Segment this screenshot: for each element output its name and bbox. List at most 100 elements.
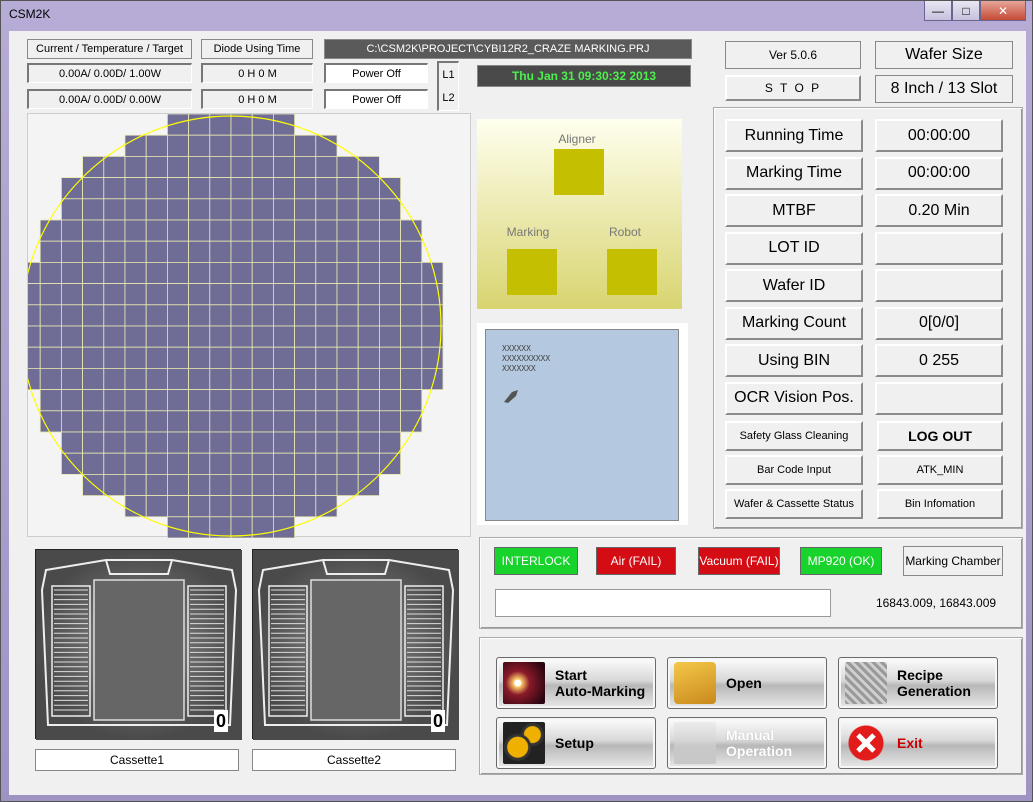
wafer-die[interactable]: [61, 219, 84, 242]
wafer-die[interactable]: [188, 346, 211, 369]
wafer-die[interactable]: [336, 473, 359, 496]
wafer-die[interactable]: [145, 325, 168, 348]
wafer-die[interactable]: [336, 325, 359, 348]
wafer-die[interactable]: [166, 240, 189, 263]
wafer-die[interactable]: [188, 473, 211, 496]
wafer-die[interactable]: [357, 261, 380, 284]
wafer-die[interactable]: [103, 452, 126, 475]
wafer-die[interactable]: [230, 283, 253, 306]
wafer-die[interactable]: [336, 410, 359, 433]
wafer-die[interactable]: [209, 198, 232, 221]
wafer-die[interactable]: [272, 410, 295, 433]
wafer-die[interactable]: [315, 325, 338, 348]
wafer-die[interactable]: [166, 410, 189, 433]
wafer-die[interactable]: [357, 325, 380, 348]
wafer-die[interactable]: [294, 219, 317, 242]
wafer-die[interactable]: [39, 389, 62, 412]
wafer-die[interactable]: [103, 473, 126, 496]
wafer-die[interactable]: [272, 304, 295, 327]
wafer-die[interactable]: [378, 198, 401, 221]
wafer-die[interactable]: [400, 325, 423, 348]
wafer-die[interactable]: [251, 156, 274, 179]
wafer-die[interactable]: [166, 198, 189, 221]
wafer-die[interactable]: [336, 219, 359, 242]
wafer-die[interactable]: [251, 219, 274, 242]
wafer-die[interactable]: [315, 452, 338, 475]
wafer-die[interactable]: [230, 325, 253, 348]
wafer-die[interactable]: [124, 389, 147, 412]
wafer-die[interactable]: [357, 177, 380, 200]
wafer-die[interactable]: [336, 367, 359, 390]
cassette1-image[interactable]: 0: [35, 549, 242, 740]
wafer-die[interactable]: [336, 261, 359, 284]
wafer-die[interactable]: [209, 325, 232, 348]
wafer-die[interactable]: [103, 261, 126, 284]
wafer-die[interactable]: [61, 240, 84, 263]
wafer-die[interactable]: [230, 177, 253, 200]
wafer-die[interactable]: [166, 473, 189, 496]
wafer-die[interactable]: [294, 431, 317, 454]
wafer-die[interactable]: [145, 431, 168, 454]
wafer-die[interactable]: [39, 283, 62, 306]
wafer-die[interactable]: [357, 431, 380, 454]
wafer-die[interactable]: [82, 304, 105, 327]
wafer-die[interactable]: [166, 283, 189, 306]
wafer-die[interactable]: [251, 431, 274, 454]
wafer-die[interactable]: [251, 346, 274, 369]
wafer-die[interactable]: [251, 495, 274, 518]
wafer-die[interactable]: [124, 240, 147, 263]
wafer-die[interactable]: [103, 325, 126, 348]
wafer-cassette-status-button[interactable]: Wafer & Cassette Status: [725, 489, 863, 519]
wafer-die[interactable]: [124, 304, 147, 327]
wafer-die[interactable]: [251, 410, 274, 433]
wafer-die[interactable]: [315, 367, 338, 390]
cassette2-image[interactable]: 0: [252, 549, 459, 740]
wafer-die[interactable]: [39, 346, 62, 369]
close-button[interactable]: ✕: [980, 1, 1026, 21]
wafer-die[interactable]: [82, 346, 105, 369]
wafer-die[interactable]: [209, 346, 232, 369]
wafer-die[interactable]: [166, 304, 189, 327]
wafer-die[interactable]: [61, 261, 84, 284]
wafer-die[interactable]: [188, 304, 211, 327]
wafer-die[interactable]: [272, 367, 295, 390]
wafer-map[interactable]: [18, 113, 472, 539]
wafer-die[interactable]: [82, 452, 105, 475]
wafer-die[interactable]: [315, 240, 338, 263]
wafer-die[interactable]: [82, 410, 105, 433]
wafer-die[interactable]: [357, 240, 380, 263]
wafer-die[interactable]: [230, 452, 253, 475]
wafer-die[interactable]: [82, 325, 105, 348]
wafer-die[interactable]: [145, 304, 168, 327]
wafer-die[interactable]: [378, 325, 401, 348]
wafer-die[interactable]: [145, 389, 168, 412]
wafer-die[interactable]: [145, 198, 168, 221]
wafer-die[interactable]: [272, 219, 295, 242]
wafer-die[interactable]: [400, 304, 423, 327]
wafer-die[interactable]: [336, 240, 359, 263]
wafer-die[interactable]: [230, 367, 253, 390]
wafer-die[interactable]: [124, 367, 147, 390]
wafer-die[interactable]: [39, 240, 62, 263]
wafer-die[interactable]: [39, 261, 62, 284]
wafer-die[interactable]: [294, 346, 317, 369]
wafer-die[interactable]: [103, 156, 126, 179]
wafer-die[interactable]: [188, 325, 211, 348]
wafer-die[interactable]: [294, 367, 317, 390]
wafer-die[interactable]: [188, 410, 211, 433]
wafer-die[interactable]: [166, 261, 189, 284]
wafer-die[interactable]: [251, 367, 274, 390]
wafer-die[interactable]: [272, 346, 295, 369]
wafer-die[interactable]: [272, 452, 295, 475]
wafer-die[interactable]: [209, 452, 232, 475]
wafer-die[interactable]: [145, 283, 168, 306]
wafer-die[interactable]: [188, 240, 211, 263]
wafer-die[interactable]: [336, 346, 359, 369]
marking-preview[interactable]: XXXXXX XXXXXXXXXX XXXXXXX: [485, 329, 679, 521]
wafer-die[interactable]: [82, 283, 105, 306]
wafer-die[interactable]: [209, 177, 232, 200]
maximize-button[interactable]: □: [952, 1, 980, 21]
wafer-die[interactable]: [124, 219, 147, 242]
wafer-die[interactable]: [357, 452, 380, 475]
wafer-die[interactable]: [336, 304, 359, 327]
